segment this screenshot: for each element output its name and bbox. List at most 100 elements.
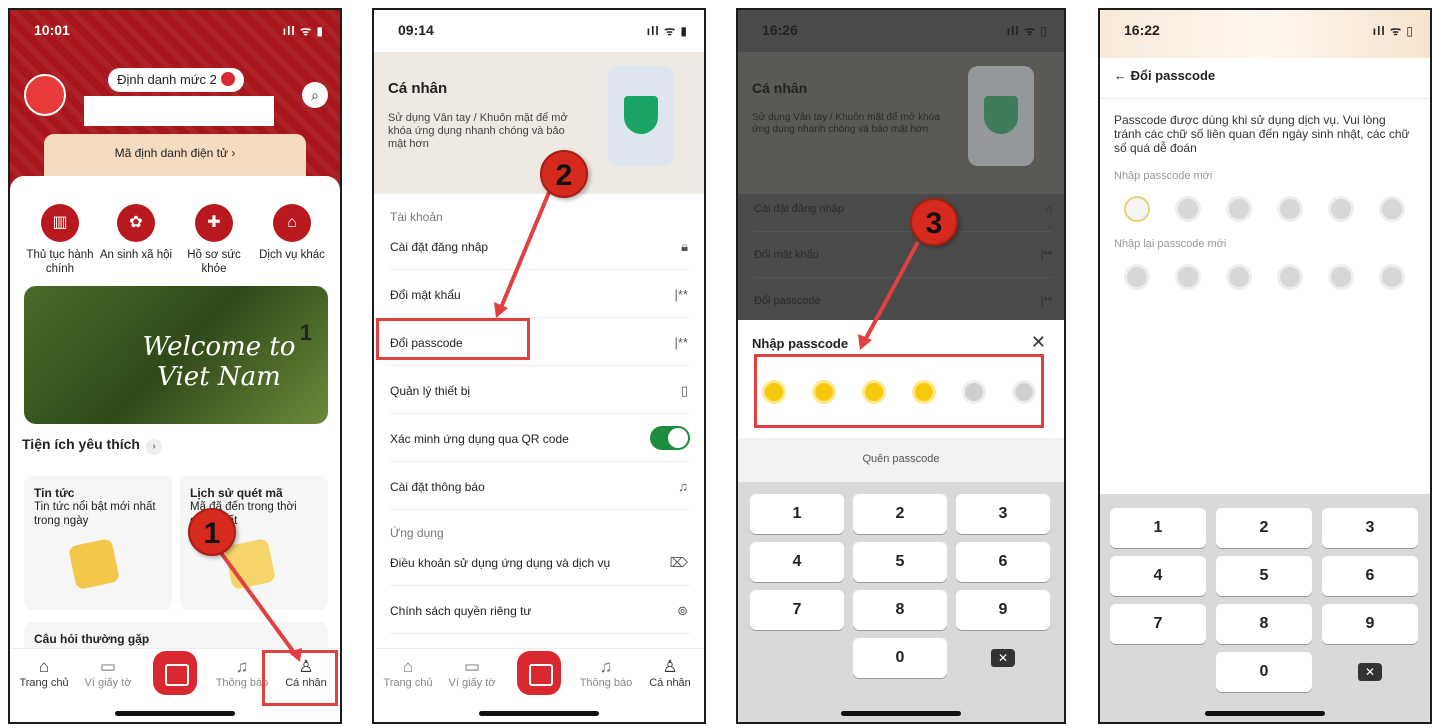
service-admin[interactable]: ▥ Thủ tục hành chính xyxy=(20,204,100,276)
page-subtitle: Sử dụng Vân tay / Khuôn mặt để mở khóa ứ… xyxy=(752,112,940,135)
service-health[interactable]: ✚ Hồ sơ sức khỏe xyxy=(174,204,254,276)
tab-home[interactable]: ⌂ Trang chủ xyxy=(12,657,76,689)
key-1[interactable]: 1 xyxy=(1110,508,1206,548)
row-qr-verify[interactable]: Xác minh ứng dụng qua QR code xyxy=(390,416,690,462)
wallet-icon: ▭ xyxy=(99,657,117,676)
passcode-icon: |** xyxy=(674,335,689,350)
row-terms[interactable]: Điều khoản sử dụng ứng dụng và dịch vụ ⌦ xyxy=(390,540,690,586)
id-level-badge[interactable]: Định danh mức 2 xyxy=(108,68,244,92)
row-privacy[interactable]: Chính sách quyền riêng tư ⊚ xyxy=(390,588,690,634)
tab-profile[interactable]: ♙ Cá nhân xyxy=(638,657,702,689)
scan-button[interactable] xyxy=(517,651,561,695)
tag-icon: ⌦ xyxy=(669,555,688,570)
status-time: 16:26 xyxy=(762,22,798,38)
row-device-management[interactable]: Quản lý thiết bị ▯ xyxy=(390,368,690,414)
avatar[interactable] xyxy=(24,74,66,116)
key-1[interactable]: 1 xyxy=(750,494,844,534)
monument-icon: ⌂ xyxy=(273,204,311,242)
bell-icon: ♫ xyxy=(678,479,688,494)
key-7[interactable]: 7 xyxy=(1110,604,1206,644)
passcode-dot xyxy=(1226,196,1252,222)
service-social[interactable]: ✿ An sinh xã hội xyxy=(96,204,176,262)
passcode-dot xyxy=(1124,264,1150,290)
row-change-password[interactable]: Đổi mật khẩu |** xyxy=(390,272,690,318)
passcode-dot xyxy=(1175,196,1201,222)
wallet-icon: ▭ xyxy=(463,657,481,676)
banner-page: 1 xyxy=(299,320,312,345)
passcode-dot xyxy=(1277,196,1303,222)
security-shield-icon xyxy=(608,66,674,166)
key-2[interactable]: 2 xyxy=(853,494,947,534)
row-notification-settings[interactable]: Cài đặt thông báo ♫ xyxy=(390,464,690,510)
banner-text: Welcome to Viet Nam xyxy=(142,332,296,392)
screen-profile: 09:14 ıll ᯤ ▮ Cá nhân Sử dụng Vân tay / K… xyxy=(372,8,706,724)
tab-wallet[interactable]: ▭ Ví giấy tờ xyxy=(76,657,140,689)
home-indicator xyxy=(479,711,599,716)
home-icon: ⌂ xyxy=(402,657,414,676)
key-0[interactable]: 0 xyxy=(1216,652,1312,692)
key-9[interactable]: 9 xyxy=(1322,604,1418,644)
row-login-settings[interactable]: Cài đặt đăng nhập 🔒︎ xyxy=(390,224,690,270)
key-3[interactable]: 3 xyxy=(956,494,1050,534)
confirm-passcode-label: Nhập lại passcode mới xyxy=(1114,238,1227,250)
key-7[interactable]: 7 xyxy=(750,590,844,630)
section-app: Ứng dụng xyxy=(390,526,444,540)
delete-glyph: ✕ xyxy=(1358,663,1382,681)
bell-icon: ♫ xyxy=(599,657,613,676)
key-8[interactable]: 8 xyxy=(853,590,947,630)
key-5[interactable]: 5 xyxy=(853,542,947,582)
search-icon[interactable]: ⌕ xyxy=(302,82,328,108)
row-login-settings: Cài đặt đăng nhập ⌂ xyxy=(754,186,1052,232)
key-5[interactable]: 5 xyxy=(1216,556,1312,596)
passcode-dot xyxy=(1277,264,1303,290)
key-4[interactable]: 4 xyxy=(1110,556,1206,596)
scan-button[interactable] xyxy=(153,651,197,695)
key-4[interactable]: 4 xyxy=(750,542,844,582)
tab-home[interactable]: ⌂ Trang chủ xyxy=(376,657,440,689)
back-button[interactable]: ← Đổi passcode xyxy=(1114,68,1215,83)
row-change-password: Đổi mật khẩu |** xyxy=(754,232,1052,278)
key-9[interactable]: 9 xyxy=(956,590,1050,630)
tab-wallet[interactable]: ▭ Ví giấy tờ xyxy=(440,657,504,689)
keypad: 1 2 3 4 5 6 7 8 9 0 ✕ xyxy=(738,482,1064,722)
health-icon: ✚ xyxy=(195,204,233,242)
step-marker-2: 2 xyxy=(540,150,588,198)
key-3[interactable]: 3 xyxy=(1322,508,1418,548)
key-2[interactable]: 2 xyxy=(1216,508,1312,548)
person-icon: ♙ xyxy=(662,657,678,676)
passcode-dot xyxy=(1328,196,1354,222)
lock-icon: ⌂ xyxy=(1045,203,1052,215)
favorites-title[interactable]: Tiện ích yêu thích › xyxy=(22,436,162,455)
key-6[interactable]: 6 xyxy=(1322,556,1418,596)
passcode-dot xyxy=(1226,264,1252,290)
status-icons: ıll ᯤ ▯ xyxy=(1372,24,1414,38)
key-6[interactable]: 6 xyxy=(956,542,1050,582)
user-name-field xyxy=(84,96,274,126)
passcode-dot xyxy=(1124,196,1150,222)
home-indicator xyxy=(115,711,235,716)
home-indicator xyxy=(1205,711,1325,716)
status-icons: ıll ᯤ ▯ xyxy=(1006,24,1048,38)
highlight-change-passcode xyxy=(376,318,530,360)
forgot-passcode-link[interactable]: Quên passcode xyxy=(738,438,1064,482)
profile-hero: Cá nhân Sử dụng Vân tay / Khuôn mặt để m… xyxy=(374,52,704,194)
new-passcode-label: Nhập passcode mới xyxy=(1114,170,1213,182)
service-other[interactable]: ⌂ Dịch vụ khác xyxy=(252,204,332,262)
step-marker-3: 3 xyxy=(910,198,958,246)
tab-bar: ⌂ Trang chủ ▭ Ví giấy tờ ♫ Thông báo ♙ Cá nh… xyxy=(374,648,704,704)
backspace-icon[interactable]: ✕ xyxy=(1322,652,1418,692)
status-time: 16:22 xyxy=(1124,22,1160,38)
modal-title: Nhập passcode xyxy=(752,336,849,351)
highlight-passcode-dots xyxy=(754,354,1044,428)
qr-verify-toggle[interactable] xyxy=(650,426,690,450)
close-icon[interactable]: ✕ xyxy=(1031,332,1046,353)
status-icons: ıll ᯤ ▮ xyxy=(282,24,324,38)
key-8[interactable]: 8 xyxy=(1216,604,1312,644)
key-0[interactable]: 0 xyxy=(853,638,947,678)
section-account: Tài khoản xyxy=(390,210,443,224)
news-card[interactable]: Tin tức Tin tức nổi bật mới nhất trong ng… xyxy=(24,476,172,610)
backspace-icon[interactable]: ✕ xyxy=(956,638,1050,678)
welcome-banner[interactable]: Welcome to Viet Nam 1 xyxy=(24,286,328,424)
screen-change-passcode: 16:22 ıll ᯤ ▯ ← Đổi passcode Passcode đượ… xyxy=(1098,8,1432,724)
tab-notifications[interactable]: ♫ Thông báo xyxy=(574,657,638,689)
